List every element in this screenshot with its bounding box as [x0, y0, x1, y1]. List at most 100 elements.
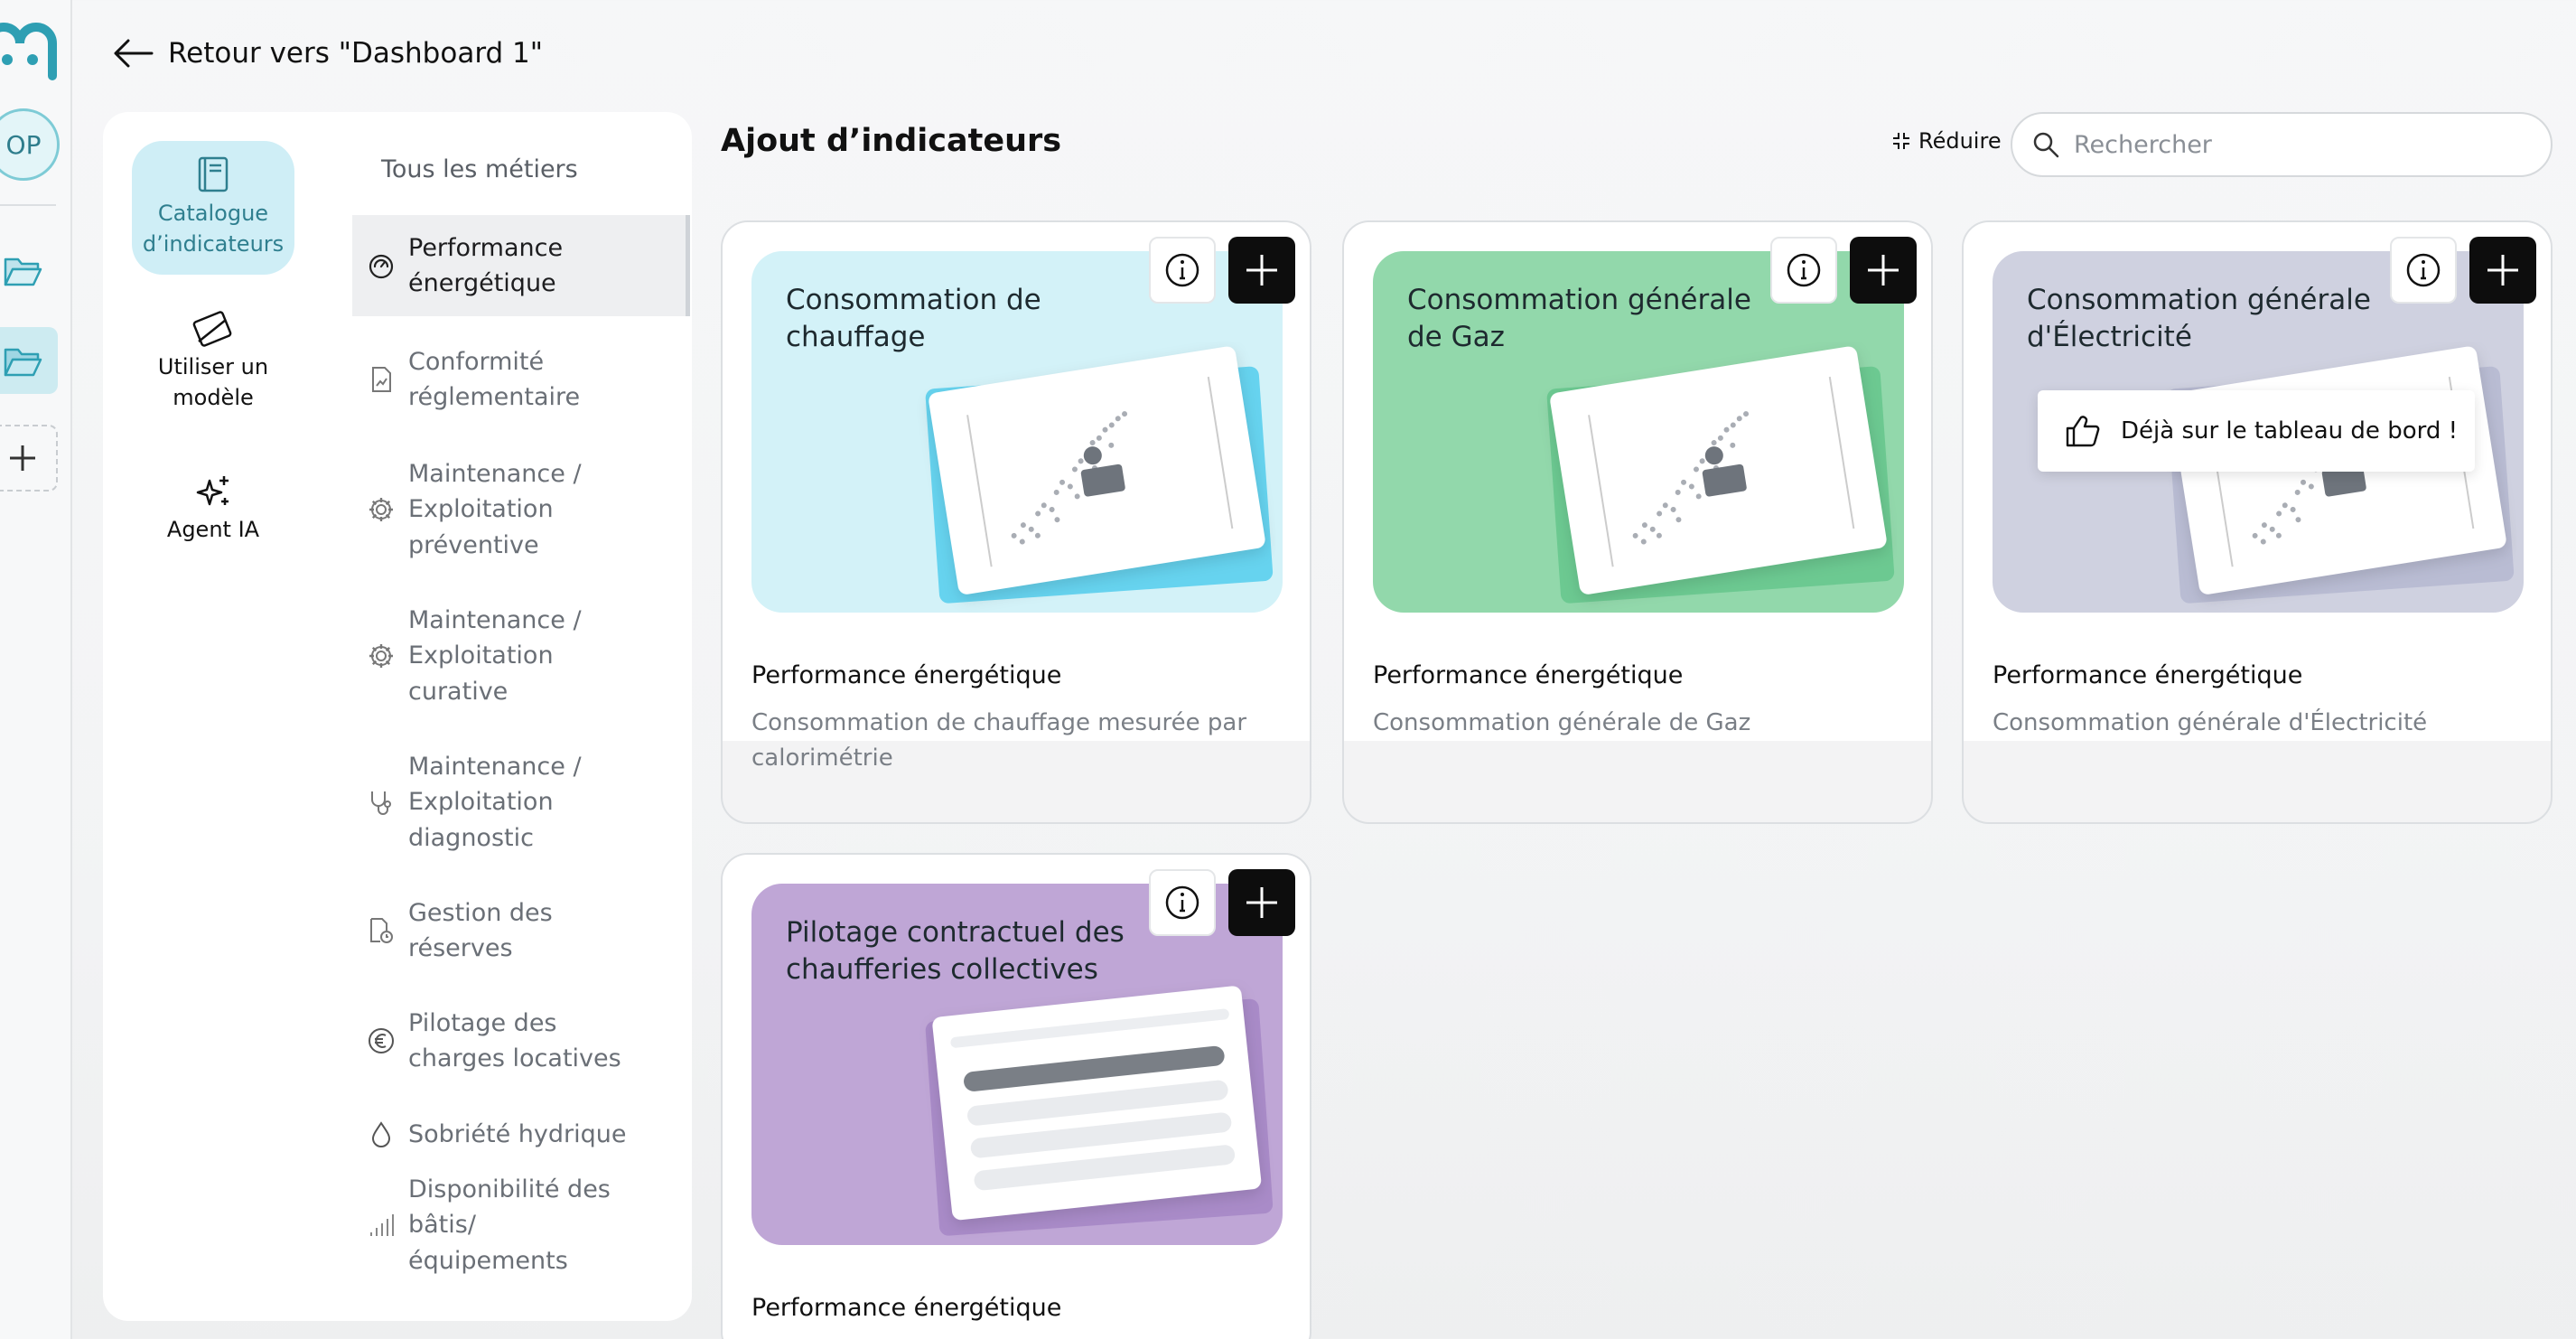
- category-maintenance-curative[interactable]: Maintenance / Exploitation curative: [352, 593, 690, 719]
- card-visual: Consommation générale de Gaz: [1373, 251, 1904, 613]
- card-actions: [2390, 237, 2536, 304]
- gear-icon: [369, 644, 393, 668]
- already-on-dashboard-label: Déjà sur le tableau de bord !: [2121, 417, 2459, 445]
- thumbs-up-icon: [2066, 416, 2100, 447]
- app-rail: OP: [0, 0, 72, 1339]
- category-label: Performance énergétique: [408, 233, 564, 297]
- rail-folder-button[interactable]: [0, 237, 58, 304]
- indicator-card[interactable]: Consommation générale d'Électricité Perf…: [1962, 220, 2553, 824]
- card-body: Performance énergétique Consommation de …: [751, 661, 1284, 776]
- plus-icon: [1246, 255, 1277, 286]
- collapse-arrows-icon: [1893, 133, 1909, 149]
- card-visual: Pilotage contractuel des chaufferies col…: [751, 884, 1283, 1245]
- add-indicator-button[interactable]: [2469, 237, 2536, 304]
- back-link[interactable]: Retour vers "Dashboard 1": [112, 31, 543, 76]
- card-body: Performance énergétique Consommation gén…: [1993, 661, 2525, 741]
- mode-catalogue-label: Catalogue d’indicateurs: [142, 201, 285, 257]
- scatter-chart-illustration-icon: [1546, 346, 1895, 604]
- info-button[interactable]: [1149, 869, 1216, 936]
- mode-ai-agent-label: Agent IA: [166, 517, 260, 542]
- folder-open-icon: [4, 258, 42, 286]
- rail-divider: [0, 204, 56, 206]
- document-chart-icon: [372, 367, 391, 392]
- card-body: Performance énergétique: [751, 1294, 1284, 1338]
- user-avatar[interactable]: OP: [0, 108, 60, 181]
- book-icon: [198, 157, 229, 192]
- already-on-dashboard-badge: Déjà sur le tableau de bord !: [2038, 390, 2475, 472]
- card-category: Performance énergétique: [751, 1294, 1062, 1322]
- category-label: Maintenance / Exploitation préventive: [408, 460, 582, 559]
- category-sobriete-hydrique[interactable]: Sobriété hydrique: [352, 1108, 690, 1162]
- card-visual: Consommation de chauffage: [751, 251, 1283, 613]
- card-description: Consommation générale de Gaz: [1373, 709, 1751, 736]
- categories-header[interactable]: Tous les métiers: [381, 155, 578, 183]
- indicator-card[interactable]: Consommation de chauffage Performance én…: [721, 220, 1311, 824]
- scatter-chart-illustration-icon: [2166, 346, 2515, 604]
- category-label: Pilotage des charges locatives: [408, 1008, 621, 1072]
- page-title: Ajout d’indicateurs: [721, 123, 1062, 159]
- category-label: Disponibilité des bâtis/équipements: [408, 1175, 611, 1275]
- category-label: Conformité réglementaire: [408, 347, 581, 411]
- category-performance-energetique[interactable]: Performance énergétique: [352, 215, 690, 316]
- mode-template-label: Utiliser un modèle: [157, 354, 269, 410]
- card-body: Performance énergétique Consommation gén…: [1373, 661, 1906, 741]
- search-icon: [2033, 132, 2059, 158]
- category-maintenance-diagnostic[interactable]: Maintenance / Exploitation diagnostic: [352, 739, 690, 866]
- back-link-label: Retour vers "Dashboard 1": [168, 37, 544, 70]
- euro-icon: [369, 1028, 394, 1053]
- search-input[interactable]: [2074, 130, 2507, 159]
- indicator-sidebar: Catalogue d’indicateurs Utiliser un modè…: [103, 112, 692, 1321]
- category-disponibilite[interactable]: Disponibilité des bâtis/équipements: [352, 1175, 690, 1275]
- mode-ai-agent[interactable]: Agent IA: [132, 473, 294, 564]
- folder-open-icon: [4, 348, 42, 377]
- mode-catalogue[interactable]: Catalogue d’indicateurs: [132, 141, 294, 275]
- card-actions: [1149, 869, 1295, 936]
- card-actions: [1149, 237, 1295, 304]
- info-button[interactable]: [2390, 237, 2457, 304]
- add-indicator-button[interactable]: [1228, 237, 1295, 304]
- add-indicator-button[interactable]: [1850, 237, 1917, 304]
- card-category: Performance énergétique: [751, 661, 1062, 689]
- info-icon: [1165, 885, 1199, 920]
- mode-template[interactable]: Utiliser un modèle: [132, 311, 294, 428]
- card-actions: [1770, 237, 1917, 304]
- indicator-card[interactable]: Pilotage contractuel des chaufferies col…: [721, 853, 1311, 1339]
- plus-icon: [10, 445, 35, 471]
- category-label: Gestion des réserves: [408, 898, 553, 962]
- template-icon: [192, 311, 232, 347]
- collapse-button[interactable]: Réduire: [1891, 128, 2002, 154]
- rail-add-button[interactable]: [0, 425, 58, 492]
- category-maintenance-preventive[interactable]: Maintenance / Exploitation préventive: [352, 446, 690, 573]
- rail-folder-active-button[interactable]: [0, 327, 58, 394]
- gear-icon: [369, 498, 393, 521]
- plus-icon: [1868, 255, 1899, 286]
- category-label: Maintenance / Exploitation diagnostic: [408, 753, 582, 852]
- app-logo-icon[interactable]: [0, 20, 60, 83]
- category-label: Maintenance / Exploitation curative: [408, 606, 582, 706]
- sparkles-icon: [196, 476, 229, 506]
- table-illustration-icon: [925, 986, 1274, 1236]
- category-charges-locatives[interactable]: Pilotage des charges locatives: [352, 997, 690, 1084]
- scatter-chart-illustration-icon: [925, 346, 1274, 604]
- info-button[interactable]: [1149, 237, 1216, 304]
- add-indicator-button[interactable]: [1228, 869, 1295, 936]
- info-button[interactable]: [1770, 237, 1837, 304]
- indicator-card[interactable]: Consommation générale de Gaz Performance…: [1342, 220, 1933, 824]
- search-box[interactable]: [2011, 112, 2553, 177]
- card-description: Consommation de chauffage mesurée par ca…: [751, 709, 1247, 772]
- plus-icon: [2487, 255, 2518, 286]
- plus-icon: [1246, 887, 1277, 918]
- info-icon: [2406, 253, 2441, 287]
- energy-icon: [369, 254, 394, 279]
- category-gestion-reserves[interactable]: Gestion des réserves: [352, 887, 690, 974]
- category-conformite[interactable]: Conformité réglementaire: [352, 336, 690, 423]
- info-icon: [1787, 253, 1821, 287]
- card-category: Performance énergétique: [1993, 661, 2303, 689]
- card-category: Performance énergétique: [1373, 661, 1684, 689]
- info-icon: [1165, 253, 1199, 287]
- stethoscope-icon: [371, 791, 391, 815]
- document-clock-icon: [370, 918, 393, 943]
- card-description: Consommation générale d'Électricité: [1993, 709, 2428, 736]
- water-drop-icon: [371, 1121, 391, 1147]
- arrow-left-icon: [114, 39, 154, 68]
